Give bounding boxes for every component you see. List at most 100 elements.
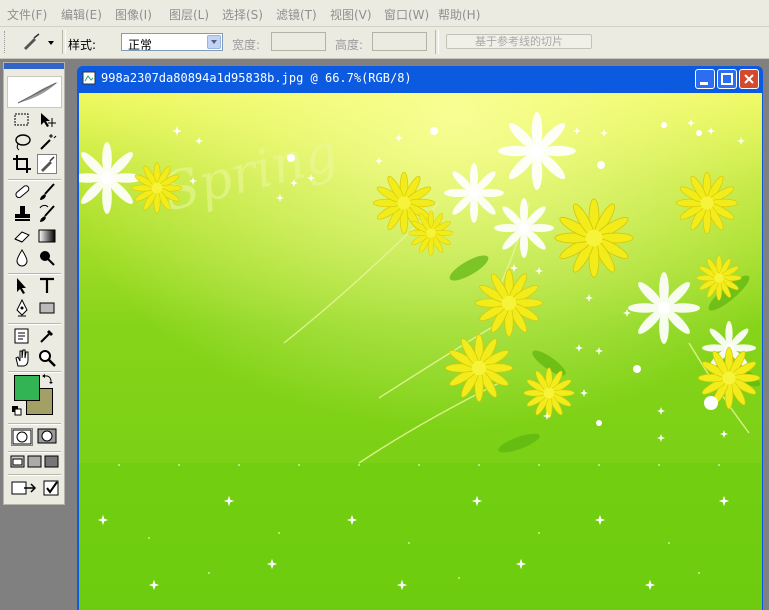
eyedropper-tool[interactable] — [37, 326, 57, 346]
zoom-tool[interactable] — [37, 348, 57, 368]
options-divider — [435, 30, 439, 54]
maximize-button[interactable] — [717, 69, 737, 89]
style-select-value: 正常 — [128, 38, 153, 52]
rectangle-tool[interactable] — [37, 298, 57, 318]
close-icon — [744, 74, 754, 84]
quick-mask-button[interactable] — [37, 428, 59, 446]
quick-mask-icon — [37, 428, 57, 444]
arrow-icon — [17, 278, 26, 294]
notes-tool[interactable] — [12, 326, 32, 346]
width-field[interactable] — [271, 32, 326, 51]
drop-icon — [16, 249, 28, 267]
screen-mode-icon — [27, 455, 42, 468]
screen-mode-menubar[interactable] — [27, 455, 43, 469]
tools-titlebar[interactable] — [4, 63, 64, 69]
menu-file[interactable]: 文件(F) — [7, 6, 47, 23]
screen-mode-icon — [44, 455, 59, 468]
menu-window[interactable]: 窗口(W) — [384, 6, 429, 23]
slice-icon — [41, 156, 55, 172]
type-tool[interactable] — [37, 276, 57, 296]
document-title: 998a2307da80894a1d95838b.jpg @ 66.7%(RGB… — [101, 71, 412, 85]
healing-brush-tool[interactable] — [12, 182, 32, 202]
magic-wand-tool[interactable] — [37, 132, 57, 152]
magic-wand-icon — [40, 134, 57, 150]
standard-mode-button[interactable] — [11, 428, 33, 446]
height-label: 高度: — [335, 38, 364, 52]
menu-layer[interactable]: 图层(L) — [169, 6, 209, 23]
close-button[interactable] — [739, 69, 759, 89]
menu-help[interactable]: 帮助(H) — [438, 6, 480, 23]
options-divider — [62, 30, 66, 54]
menu-select[interactable]: 选择(S) — [222, 6, 263, 23]
history-brush-tool[interactable] — [37, 204, 57, 224]
menu-bar: 文件(F) 编辑(E) 图像(I) 图层(L) 选择(S) 滤镜(T) 视图(V… — [0, 0, 769, 27]
clone-stamp-tool[interactable] — [12, 204, 32, 224]
pen-tool[interactable] — [12, 298, 32, 318]
stamp-icon — [15, 206, 30, 221]
options-grip[interactable] — [4, 31, 8, 53]
tools-divider — [8, 423, 61, 425]
crop-tool[interactable] — [12, 154, 32, 174]
tools-divider — [8, 474, 61, 476]
dodge-icon — [40, 251, 55, 266]
screen-mode-icon — [10, 455, 25, 468]
bandage-icon — [15, 185, 30, 199]
move-tool[interactable] — [37, 110, 57, 130]
history-brush-icon — [39, 204, 55, 222]
tool-preset-picker[interactable] — [20, 32, 58, 52]
default-colors-icon[interactable] — [12, 406, 22, 416]
screen-mode-standard[interactable] — [10, 455, 26, 469]
maximize-icon — [721, 73, 733, 85]
tools-divider — [8, 179, 61, 181]
gradient-icon — [38, 229, 56, 243]
menu-image[interactable]: 图像(I) — [115, 6, 152, 23]
imageready-icon[interactable] — [42, 478, 60, 498]
blur-tool[interactable] — [12, 248, 32, 268]
chevron-down-icon[interactable] — [207, 35, 221, 49]
chevron-down-icon — [48, 41, 54, 45]
height-field[interactable] — [372, 32, 427, 51]
menu-view[interactable]: 视图(V) — [330, 6, 372, 23]
minimize-button[interactable] — [695, 69, 715, 89]
feather-logo-icon[interactable] — [7, 76, 62, 108]
note-icon — [14, 328, 29, 344]
style-label: 样式: — [68, 38, 97, 52]
jump-to-imageready-button[interactable] — [11, 478, 39, 498]
tools-divider — [8, 371, 61, 373]
slice-tool[interactable] — [37, 154, 57, 174]
brush-tool[interactable] — [37, 182, 57, 202]
screen-mode-full[interactable] — [44, 455, 60, 469]
lasso-tool[interactable] — [12, 132, 32, 152]
tools-divider — [8, 273, 61, 275]
path-selection-tool[interactable] — [12, 276, 32, 296]
slice-icon — [24, 33, 54, 50]
marquee-icon — [14, 113, 29, 126]
marquee-tool[interactable] — [12, 110, 32, 130]
image-canvas[interactable]: Spring — [79, 93, 762, 610]
document-window: 998a2307da80894a1d95838b.jpg @ 66.7%(RGB… — [77, 66, 763, 610]
spring-floral-image: Spring — [79, 93, 762, 610]
jump-to-icon — [11, 481, 37, 495]
style-select[interactable]: 正常 — [121, 33, 223, 52]
options-bar: 样式: 正常 宽度: 高度: 基于参考线的切片 — [0, 27, 769, 59]
menu-edit[interactable]: 编辑(E) — [61, 6, 102, 23]
hand-tool[interactable] — [12, 348, 32, 368]
document-icon[interactable] — [82, 71, 96, 85]
foreground-color-swatch[interactable] — [14, 375, 40, 401]
pen-icon — [16, 298, 28, 317]
type-icon — [40, 277, 54, 293]
rectangle-icon — [39, 302, 55, 314]
magnifier-icon — [39, 350, 56, 367]
hand-icon — [15, 349, 29, 367]
dodge-tool[interactable] — [37, 248, 57, 268]
checkmark-icon — [43, 480, 59, 496]
menu-filter[interactable]: 滤镜(T) — [276, 6, 317, 23]
eraser-tool[interactable] — [12, 226, 32, 246]
width-label: 宽度: — [232, 38, 261, 52]
tools-divider — [8, 451, 61, 453]
brush-icon — [40, 183, 55, 200]
swap-colors-icon[interactable] — [42, 374, 54, 384]
slices-from-guides-button[interactable]: 基于参考线的切片 — [446, 34, 592, 49]
gradient-tool[interactable] — [37, 226, 57, 246]
lasso-icon — [15, 134, 31, 151]
